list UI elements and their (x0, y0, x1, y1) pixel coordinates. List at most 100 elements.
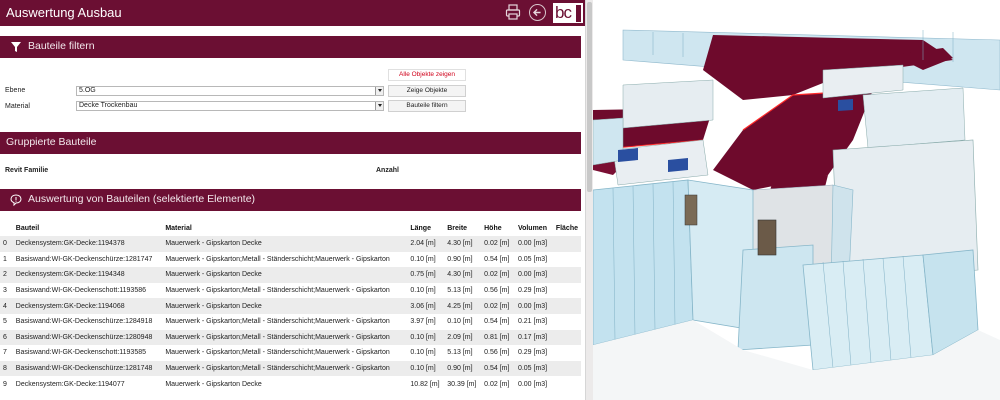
table-cell (553, 376, 581, 392)
table-cell: 0.10 [m] (410, 365, 436, 373)
table-cell: 2.04 [m] (410, 240, 436, 248)
show-all-objects-button[interactable]: Alle Objekte zeigen (388, 69, 466, 81)
filter-section-title: Bauteile filtern (28, 40, 95, 52)
table-cell: 4.25 [m] (447, 302, 473, 310)
table-cell: 0.10 [m] (447, 318, 473, 326)
speech-bubble-icon (10, 194, 22, 206)
material-label: Material (5, 103, 30, 110)
col-area[interactable]: Fläche (553, 220, 581, 236)
evaluation-section-header[interactable]: Auswertung von Bauteilen (selektierte El… (0, 189, 581, 211)
filter-section-header[interactable]: Bauteile filtern (0, 36, 581, 58)
table-cell (553, 283, 581, 299)
table-cell: 0.56 [m] (484, 287, 510, 295)
filter-components-button[interactable]: Bauteile filtern (388, 100, 466, 112)
col-component[interactable]: Bauteil (13, 220, 163, 236)
table-cell: Basiswand:WI-GK-Deckenschürze:1280948 (15, 333, 153, 341)
table-cell: Mauerwerk - Gipskarton;Metall - Ständers… (165, 349, 390, 357)
table-row[interactable]: 1 Basiswand:WI-GK-Deckenschürze:1281747 Ma… (0, 251, 581, 268)
table-cell: 2.09 [m] (447, 333, 473, 341)
table-cell: Mauerwerk - Gipskarton Decke (165, 302, 262, 310)
table-cell: 0.54 [m] (484, 255, 510, 263)
table-cell: 0.00 [m3] (517, 240, 548, 248)
table-cell: 0.17 [m3] (517, 333, 548, 341)
table-cell: 0.02 [m] (484, 271, 510, 279)
table-cell (553, 298, 581, 314)
table-cell: 0.00 [m3] (517, 271, 548, 279)
table-cell (553, 267, 581, 283)
table-cell: 0.00 [m3] (517, 302, 548, 310)
material-select[interactable]: Decke Trockenbau (76, 101, 384, 111)
table-cell: 0 (3, 240, 7, 248)
col-count: Anzahl (376, 167, 399, 174)
table-row[interactable]: 9 Deckensystem:GK-Decke:1194077 Mauerwerk … (0, 376, 581, 392)
table-cell: 0.00 [m3] (517, 380, 548, 388)
table-cell: 5 (3, 318, 7, 326)
table-cell: 4 (3, 302, 7, 310)
table-row[interactable]: 6 Basiswand:WI-GK-Deckenschürze:1280948 Ma… (0, 329, 581, 346)
floor-plan-3d-view[interactable] (593, 0, 1000, 400)
table-cell: 0.29 [m3] (517, 287, 548, 295)
table-row[interactable]: 0 Deckensystem:GK-Decke:1194378 Mauerwerk … (0, 236, 581, 252)
funnel-icon (11, 42, 21, 52)
table-header-row: Bauteil Material Länge Breite Höhe Volum… (0, 220, 581, 236)
printer-icon[interactable] (505, 4, 521, 20)
table-cell: Mauerwerk - Gipskarton Decke (165, 271, 262, 279)
table-row[interactable]: 8 Basiswand:WI-GK-Deckenschürze:1281748 Ma… (0, 360, 581, 377)
table-cell: 10.82 [m] (410, 380, 440, 388)
table-cell: 0.10 [m] (410, 287, 436, 295)
col-revit-family: Revit Familie (5, 167, 49, 174)
col-width[interactable]: Breite (444, 220, 481, 236)
table-cell: 5.13 [m] (447, 287, 473, 295)
back-arrow-icon[interactable] (529, 4, 546, 21)
table-cell: 7 (3, 349, 7, 357)
col-material[interactable]: Material (162, 220, 407, 236)
app-title: Auswertung Ausbau (6, 5, 122, 20)
table-cell: 1 (3, 255, 7, 263)
table-cell: Mauerwerk - Gipskarton;Metall - Ständers… (165, 365, 390, 373)
table-cell (553, 345, 581, 361)
table-row[interactable]: 4 Deckensystem:GK-Decke:1194068 Mauerwerk … (0, 298, 581, 314)
table-cell: Mauerwerk - Gipskarton;Metall - Ständers… (165, 318, 390, 326)
report-panel: Auswertung Ausbau bc Bauteile filtern Al… (0, 0, 585, 400)
show-objects-button[interactable]: Zeige Objekte (388, 85, 466, 97)
table-cell (553, 330, 581, 346)
table-cell: Basiswand:WI-GK-Deckenschott:1193585 (15, 349, 147, 357)
table-cell: 0.90 [m] (447, 255, 473, 263)
table-cell: 0.10 [m] (410, 349, 436, 357)
scrollbar-thumb[interactable] (587, 2, 592, 192)
table-cell: 6 (3, 333, 7, 341)
col-length[interactable]: Länge (407, 220, 444, 236)
table-cell: Basiswand:WI-GK-Deckenschürze:1281747 (15, 255, 153, 263)
table-row[interactable]: 3 Basiswand:WI-GK-Deckenschott:1193586 Mau… (0, 282, 581, 299)
panel-scrollbar[interactable] (585, 0, 593, 400)
table-cell: Mauerwerk - Gipskarton Decke (165, 240, 262, 248)
table-row[interactable]: 7 Basiswand:WI-GK-Deckenschott:1193585 Mau… (0, 345, 581, 361)
col-volume[interactable]: Volumen (515, 220, 553, 236)
table-cell: 0.81 [m] (484, 333, 510, 341)
table-cell: 8 (3, 365, 7, 373)
table-cell: 0.56 [m] (484, 349, 510, 357)
table-cell: 0.10 [m] (410, 333, 436, 341)
table-cell: 3 (3, 287, 7, 295)
table-cell: Mauerwerk - Gipskarton;Metall - Ständers… (165, 255, 390, 263)
table-cell: 2 (3, 271, 7, 279)
table-cell: 0.02 [m] (484, 302, 510, 310)
table-cell: 0.05 [m3] (517, 365, 548, 373)
bim-3d-viewer[interactable] (593, 0, 1000, 400)
table-cell: Basiswand:WI-GK-Deckenschürze:1281748 (15, 365, 153, 373)
table-cell: Deckensystem:GK-Decke:1194378 (15, 240, 125, 248)
table-cell: 30.39 [m] (447, 380, 477, 388)
table-cell: Mauerwerk - Gipskarton;Metall - Ständers… (165, 333, 390, 341)
grouped-section-title: Gruppierte Bauteile (6, 136, 97, 148)
table-cell: Mauerwerk - Gipskarton Decke (165, 380, 262, 388)
grouped-section-header[interactable]: Gruppierte Bauteile (0, 132, 581, 154)
chevron-down-icon (375, 102, 383, 110)
table-cell: 9 (3, 380, 7, 388)
table-cell: 0.54 [m] (484, 365, 510, 373)
table-cell (553, 236, 581, 252)
col-height[interactable]: Höhe (481, 220, 515, 236)
table-cell: Deckensystem:GK-Decke:1194068 (15, 302, 125, 310)
table-row[interactable]: 5 Basiswand:WI-GK-Deckenschürze:1284918 Ma… (0, 313, 581, 330)
table-row[interactable]: 2 Deckensystem:GK-Decke:1194348 Mauerwerk … (0, 267, 581, 283)
level-select[interactable]: 5.OG (76, 86, 384, 96)
